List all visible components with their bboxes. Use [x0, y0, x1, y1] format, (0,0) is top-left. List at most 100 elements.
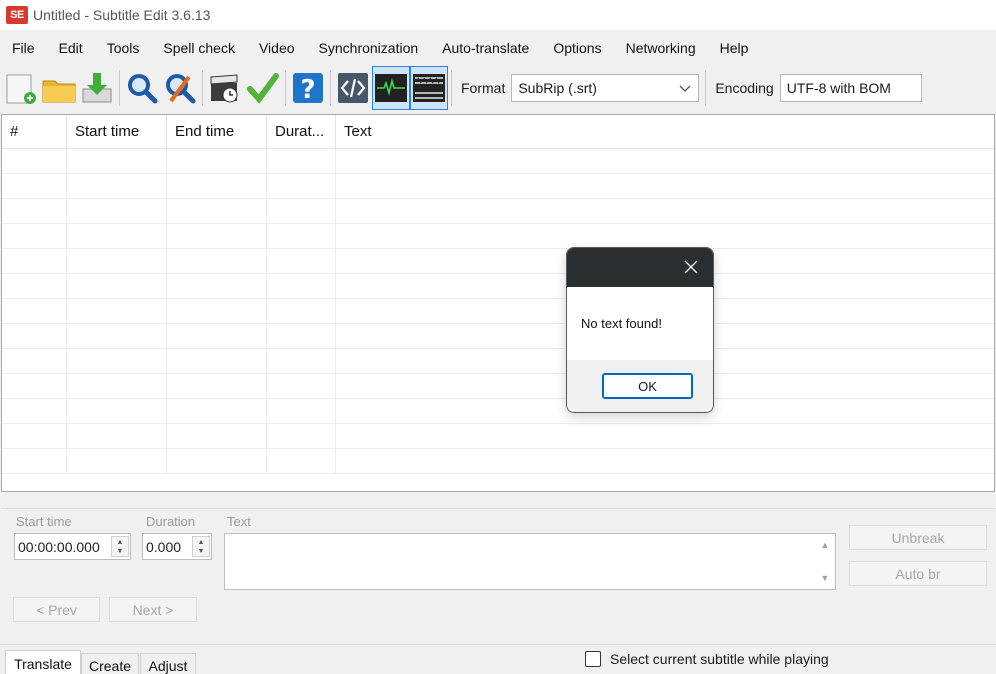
- table-row[interactable]: [2, 224, 994, 249]
- table-row[interactable]: [2, 349, 994, 374]
- column-header-start-time[interactable]: Start time: [67, 115, 167, 148]
- table-cell: [167, 274, 267, 298]
- table-cell: [267, 399, 336, 423]
- duration-stepper[interactable]: ▲ ▼: [192, 536, 210, 557]
- menu-video[interactable]: Video: [247, 33, 307, 63]
- prev-button[interactable]: < Prev: [13, 597, 100, 622]
- table-cell: [267, 174, 336, 198]
- select-while-playing-option[interactable]: Select current subtitle while playing: [585, 651, 829, 667]
- table-row[interactable]: [2, 274, 994, 299]
- table-cell: [67, 224, 167, 248]
- menu-bar: File Edit Tools Spell check Video Synchr…: [0, 33, 996, 63]
- close-icon[interactable]: [683, 259, 699, 275]
- table-cell: [2, 374, 67, 398]
- table-row[interactable]: [2, 199, 994, 224]
- menu-file[interactable]: File: [0, 33, 47, 63]
- table-cell: [67, 399, 167, 423]
- table-cell: [167, 399, 267, 423]
- clapper-clock-icon: [210, 74, 238, 103]
- toolbar-separator: [119, 70, 120, 106]
- menu-help[interactable]: Help: [708, 33, 761, 63]
- select-while-playing-checkbox[interactable]: [585, 651, 601, 667]
- table-cell: [267, 349, 336, 373]
- unbreak-button[interactable]: Unbreak: [849, 525, 987, 550]
- checkmark-icon: [247, 73, 279, 104]
- table-row[interactable]: [2, 249, 994, 274]
- start-time-label: Start time: [16, 514, 72, 529]
- table-cell: [336, 224, 994, 248]
- visual-sync-button[interactable]: [206, 66, 244, 110]
- menu-tools[interactable]: Tools: [95, 33, 152, 63]
- bottom-area: Translate Create Adjust Select current s…: [0, 644, 996, 674]
- start-time-value: 00:00:00.000: [18, 538, 100, 555]
- duration-value: 0.000: [146, 538, 182, 555]
- next-button[interactable]: Next >: [109, 597, 197, 622]
- source-view-button[interactable]: [334, 66, 372, 110]
- table-cell: [2, 324, 67, 348]
- table-cell: [267, 249, 336, 273]
- table-cell: [167, 174, 267, 198]
- subtitle-grid[interactable]: # Start time End time Durat... Text: [1, 114, 995, 492]
- table-row[interactable]: [2, 374, 994, 399]
- ok-button[interactable]: OK: [602, 373, 693, 399]
- table-cell: [267, 299, 336, 323]
- table-row[interactable]: [2, 299, 994, 324]
- menu-edit[interactable]: Edit: [47, 33, 95, 63]
- table-cell: [2, 399, 67, 423]
- message-dialog: No text found! OK: [566, 247, 714, 413]
- duration-label: Duration: [146, 514, 196, 529]
- table-cell: [2, 174, 67, 198]
- toolbar-separator: [202, 70, 203, 106]
- encoding-select[interactable]: UTF-8 with BOM: [779, 74, 922, 102]
- column-header-number[interactable]: #: [2, 115, 67, 148]
- menu-auto-translate[interactable]: Auto-translate: [430, 33, 541, 63]
- waveform-toggle-button[interactable]: [372, 66, 410, 110]
- scroll-down-icon[interactable]: ▼: [821, 573, 830, 583]
- table-row[interactable]: [2, 174, 994, 199]
- help-button[interactable]: ?: [289, 66, 327, 110]
- table-row[interactable]: [2, 324, 994, 349]
- tab-adjust[interactable]: Adjust: [140, 653, 196, 674]
- toolbar: ? Format SubRip (.srt) Encoding UTF-8 wi…: [0, 64, 996, 112]
- duration-input[interactable]: 0.000 ▲ ▼: [142, 533, 212, 560]
- table-cell: [336, 174, 994, 198]
- format-select[interactable]: SubRip (.srt): [511, 74, 700, 102]
- dialog-title-bar: [567, 248, 713, 287]
- column-header-text[interactable]: Text: [336, 115, 994, 148]
- tab-create[interactable]: Create: [81, 653, 139, 674]
- menu-networking[interactable]: Networking: [614, 33, 708, 63]
- tab-translate[interactable]: Translate: [5, 650, 81, 674]
- find-button[interactable]: [123, 66, 161, 110]
- table-row[interactable]: [2, 399, 994, 424]
- table-cell: [2, 449, 67, 473]
- menu-spell-check[interactable]: Spell check: [151, 33, 247, 63]
- table-row[interactable]: [2, 149, 994, 174]
- save-button[interactable]: [78, 66, 116, 110]
- textarea-scrollbar[interactable]: ▲ ▼: [815, 534, 835, 589]
- app-logo-icon: SE: [6, 6, 28, 24]
- table-cell: [167, 374, 267, 398]
- text-label: Text: [227, 514, 251, 529]
- scroll-up-icon[interactable]: ▲: [821, 540, 830, 550]
- grid-body: [2, 149, 994, 491]
- auto-br-button[interactable]: Auto br: [849, 561, 987, 586]
- format-label: Format: [461, 80, 506, 96]
- start-time-input[interactable]: 00:00:00.000 ▲ ▼: [14, 533, 131, 560]
- table-row[interactable]: [2, 424, 994, 449]
- open-file-button[interactable]: [40, 66, 78, 110]
- window-title: Untitled - Subtitle Edit 3.6.13: [33, 7, 211, 23]
- column-header-duration[interactable]: Durat...: [267, 115, 336, 148]
- menu-options[interactable]: Options: [541, 33, 613, 63]
- column-header-end-time[interactable]: End time: [167, 115, 267, 148]
- replace-button[interactable]: [161, 66, 199, 110]
- subtitle-text-input[interactable]: ▲ ▼: [224, 533, 836, 590]
- start-time-stepper[interactable]: ▲ ▼: [111, 536, 129, 557]
- table-cell: [67, 149, 167, 173]
- table-cell: [2, 199, 67, 223]
- code-icon: [338, 73, 368, 103]
- menu-synchronization[interactable]: Synchronization: [307, 33, 431, 63]
- new-file-button[interactable]: [2, 66, 40, 110]
- video-toggle-button[interactable]: [410, 66, 448, 110]
- table-row[interactable]: [2, 449, 994, 474]
- spell-check-button[interactable]: [244, 66, 282, 110]
